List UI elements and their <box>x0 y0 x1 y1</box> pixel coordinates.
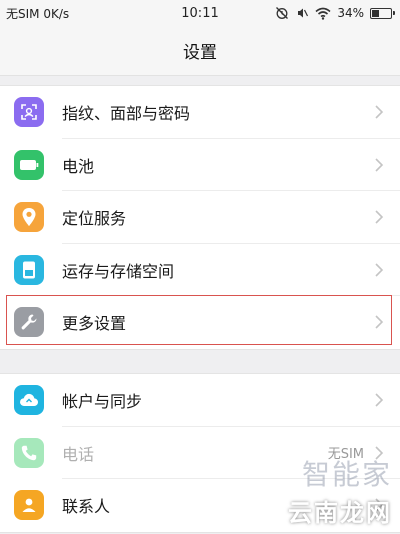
battery-icon <box>14 149 44 180</box>
settings-row-label: 运存与存储空间 <box>62 261 175 281</box>
settings-row-label: 定位服务 <box>62 209 127 229</box>
settings-row-fingerprint-face[interactable]: 指纹、面部与密码 <box>0 86 400 139</box>
mute-icon <box>298 8 309 18</box>
chevron-right-icon <box>375 158 384 172</box>
settings-row-label: 联系人 <box>62 497 111 517</box>
settings-row-location-pin[interactable]: 定位服务 <box>0 191 400 244</box>
phone-icon <box>14 437 44 468</box>
watermark: 智能家 云南龙网 <box>288 453 392 528</box>
status-left: 无SIM 0K/s <box>6 5 69 22</box>
location-pin-icon <box>14 202 44 233</box>
fingerprint-face-icon <box>14 97 44 128</box>
watermark-top: 智能家 <box>301 458 392 491</box>
storage-icon <box>14 254 44 285</box>
chevron-right-icon <box>375 210 384 224</box>
settings-row-wrench[interactable]: 更多设置 <box>0 296 400 349</box>
settings-row-label: 电池 <box>62 156 95 176</box>
settings-row-battery[interactable]: 电池 <box>0 139 400 191</box>
settings-row-label: 指纹、面部与密码 <box>62 104 191 124</box>
battery-percent: 34% <box>337 6 364 20</box>
cloud-sync-icon <box>14 385 44 416</box>
contacts-icon <box>14 490 44 521</box>
status-right: 34% <box>275 6 395 20</box>
settings-row-label: 电话 <box>62 444 95 464</box>
settings-group-device: 指纹、面部与密码 电池定位服务运存与存储空间 更多设置 <box>0 85 400 350</box>
page-title: 设置 <box>0 26 400 76</box>
battery-level <box>372 9 379 17</box>
chevron-right-icon <box>375 263 384 277</box>
settings-row-label: 更多设置 <box>62 314 127 334</box>
chevron-right-icon <box>375 393 384 407</box>
wifi-icon <box>315 7 331 20</box>
carrier-text: 无SIM 0K/s <box>6 6 70 21</box>
chevron-right-icon <box>375 105 384 119</box>
watermark-bottom: 云南龙网 <box>288 499 392 527</box>
battery-icon <box>370 7 395 19</box>
settings-row-cloud-sync[interactable]: 帐户与同步 <box>0 374 400 427</box>
wrench-icon <box>14 307 44 338</box>
settings-row-storage[interactable]: 运存与存储空间 <box>0 244 400 296</box>
chevron-right-icon <box>375 315 384 329</box>
alarm-icon <box>276 7 289 19</box>
status-bar: 无SIM 0K/s 10:11 34% <box>0 0 400 26</box>
settings-row-label: 帐户与同步 <box>62 392 143 412</box>
